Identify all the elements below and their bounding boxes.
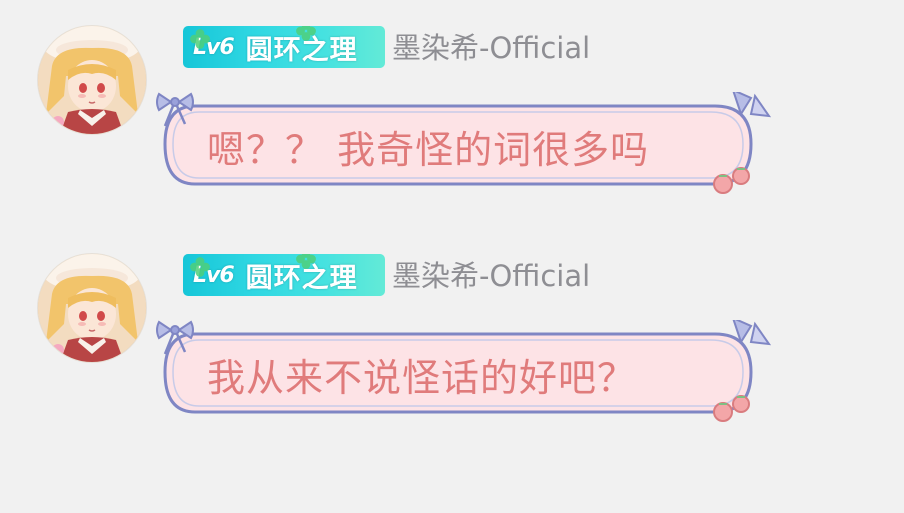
username[interactable]: 墨染希-Official: [392, 29, 590, 67]
message-text: 嗯？？ 我奇怪的词很多吗: [207, 128, 650, 172]
chat-message: Lv6 圆环之理 墨染希-Official: [0, 228, 904, 453]
message-bubble[interactable]: 嗯？？ 我奇怪的词很多吗: [155, 92, 775, 204]
clover-icon: [190, 257, 210, 277]
chat-message: Lv6 圆环之理 墨染希-Official: [0, 0, 904, 225]
chat-view: Lv6 圆环之理 墨染希-Official 嗯？？ 我奇怪的词很多吗 Lv6 圆…: [0, 0, 904, 513]
clover-icon: [296, 254, 316, 269]
avatar-image-icon: [38, 26, 146, 134]
message-text: 我从来不说怪话的好吧？: [207, 356, 637, 400]
avatar-image-icon: [38, 254, 146, 362]
level-title-badge[interactable]: Lv6 圆环之理: [183, 26, 385, 68]
user-avatar[interactable]: [38, 26, 146, 134]
clover-icon: [296, 26, 316, 41]
level-title-badge[interactable]: Lv6 圆环之理: [183, 254, 385, 296]
message-bubble[interactable]: 我从来不说怪话的好吧？: [155, 320, 775, 432]
clover-icon: [190, 29, 210, 49]
username[interactable]: 墨染希-Official: [392, 257, 590, 295]
user-avatar[interactable]: [38, 254, 146, 362]
